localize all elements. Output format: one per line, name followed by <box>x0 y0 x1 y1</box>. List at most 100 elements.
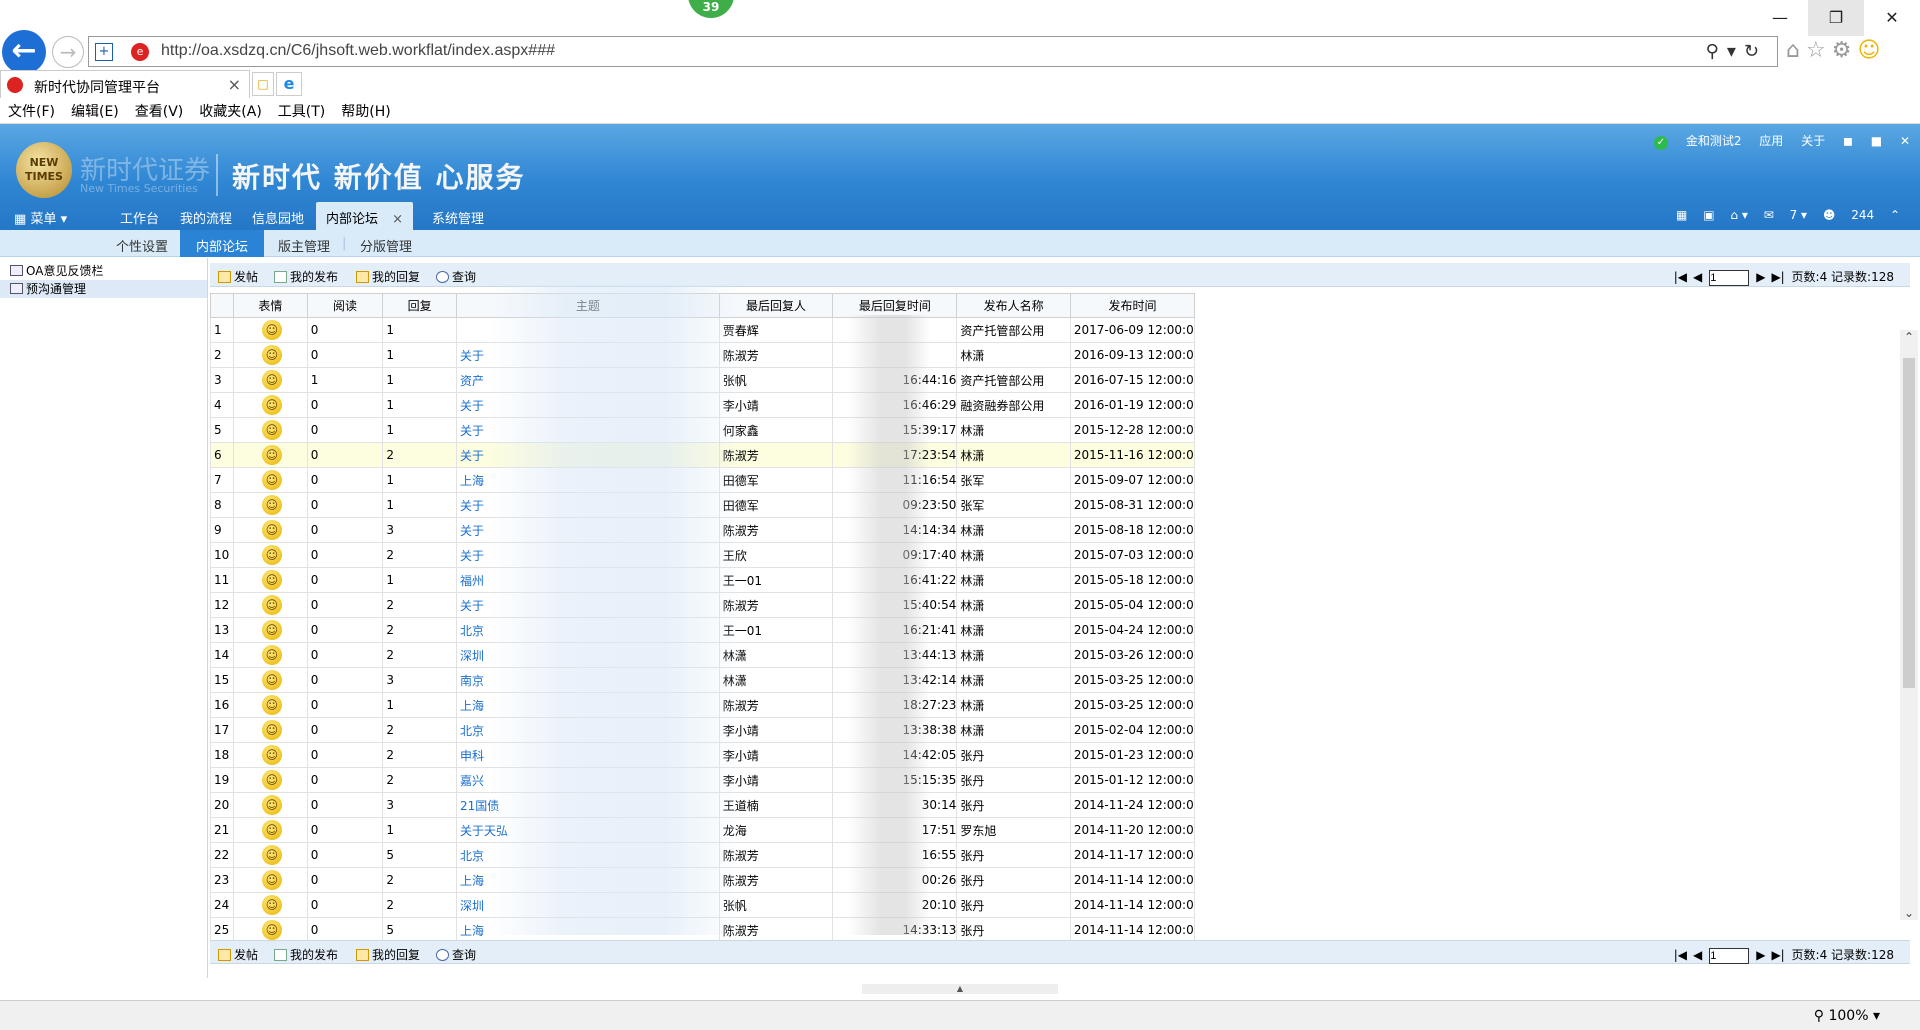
table-row[interactable]: 1 ☺ 0 1 贾春辉 资产托管部公用 2017-06-09 12:00:00 <box>209 317 1196 343</box>
search-button[interactable]: 查询 <box>436 946 476 963</box>
cell-subject[interactable]: 关于天弘 <box>455 817 720 843</box>
cell-subject[interactable]: 21国债 <box>455 792 720 818</box>
cell-subject[interactable]: 关于 <box>455 592 720 618</box>
col-reply[interactable]: 回复 <box>382 293 457 318</box>
cell-subject[interactable]: 关于 <box>455 542 720 568</box>
table-row[interactable]: 14 ☺ 0 2 深圳 林潇 13:44:13 林潇 2015-03-26 12:00:00 <box>209 642 1196 668</box>
menu-button[interactable]: ▦ 菜单 ▾ <box>14 208 67 227</box>
table-row[interactable]: 9 ☺ 0 3 关于 陈淑芳 14:14:34 林潇 2015-08-18 12:00:00 <box>209 517 1196 543</box>
refresh-icon[interactable]: ↻ <box>1744 41 1767 62</box>
home-icon[interactable]: ⌂ <box>1786 38 1806 63</box>
dropdown-icon[interactable]: ▾ <box>1727 41 1744 62</box>
table-row[interactable]: 23 ☺ 0 2 上海 陈淑芳 00:26 张丹 2014-11-14 12:00:00 <box>209 867 1196 893</box>
table-row[interactable]: 25 ☺ 0 5 上海 陈淑芳 14:33:13 张丹 2014-11-14 12:00:00 <box>209 917 1196 943</box>
page-input[interactable] <box>1709 269 1750 286</box>
message-count[interactable]: ✉ 7 ▾ <box>1764 208 1807 222</box>
close-window-button[interactable]: ✕ <box>1864 0 1920 36</box>
cell-subject[interactable]: 关于 <box>455 392 720 418</box>
shirt-icon[interactable]: ◼ <box>1843 134 1853 148</box>
cell-subject[interactable]: 关于 <box>455 492 720 518</box>
nav-forum[interactable]: 内部论坛 × <box>316 202 414 230</box>
table-row[interactable]: 11 ☺ 0 1 福州 王一01 16:41:22 林潇 2015-05-18 12:00:00 <box>209 567 1196 593</box>
next-page-icon[interactable]: ▶ <box>1756 270 1765 284</box>
cell-subject[interactable]: 北京 <box>455 717 720 743</box>
last-page-icon[interactable]: ▶| <box>1771 270 1784 284</box>
my-posts-button[interactable]: 我的发布 <box>274 268 338 285</box>
tree-item-precommunication[interactable]: 预沟通管理 <box>0 280 207 298</box>
cell-subject[interactable]: 北京 <box>455 842 720 868</box>
subnav-moderator[interactable]: 版主管理 <box>278 236 330 255</box>
table-row[interactable]: 7 ☺ 0 1 上海 田德军 11:16:54 张军 2015-09-07 12:00:00 <box>209 467 1196 493</box>
lock-icon[interactable]: ■ <box>1871 134 1882 148</box>
monitor-icon[interactable]: ▣ <box>1703 208 1714 222</box>
forward-button[interactable]: → <box>52 36 84 68</box>
subnav-personal[interactable]: 个性设置 <box>116 236 168 255</box>
table-row[interactable]: 18 ☺ 0 2 申科 李小靖 14:42:05 张丹 2015-01-23 12:00:00 <box>209 742 1196 768</box>
cell-subject[interactable]: 上海 <box>455 867 720 893</box>
close-tab-icon[interactable]: × <box>392 212 403 227</box>
table-row[interactable]: 20 ☺ 0 3 21国债 王道楠 30:14 张丹 2014-11-24 12:00:00 <box>209 792 1196 818</box>
about-menu[interactable]: 关于 <box>1801 134 1825 148</box>
table-row[interactable]: 4 ☺ 0 1 关于 李小靖 16:46:29 融资融券部公用 2016-01-19 12:00… <box>209 392 1196 418</box>
col-read[interactable]: 阅读 <box>306 293 384 318</box>
last-page-icon[interactable]: ▶| <box>1771 948 1784 962</box>
table-row[interactable]: 19 ☺ 0 2 嘉兴 李小靖 15:15:35 张丹 2015-01-12 12:00:00 <box>209 767 1196 793</box>
prev-page-icon[interactable]: ◀ <box>1693 948 1702 962</box>
col-subject[interactable]: 主题 <box>455 293 720 318</box>
first-page-icon[interactable]: |◀ <box>1674 270 1687 284</box>
my-posts-button[interactable]: 我的发布 <box>274 946 338 963</box>
col-post-time[interactable]: 发布时间 <box>1069 293 1196 318</box>
collapse-icon[interactable]: ⌃ <box>1890 208 1900 222</box>
close-icon[interactable]: ✕ <box>1900 134 1910 148</box>
table-row[interactable]: 16 ☺ 0 1 上海 陈淑芳 18:27:23 林潇 2015-03-25 12:00:00 <box>209 692 1196 718</box>
cell-subject[interactable]: 深圳 <box>455 892 720 918</box>
feedback-smiley-icon[interactable]: ☺ <box>1857 38 1886 63</box>
cell-subject[interactable]: 关于 <box>455 517 720 543</box>
cell-subject[interactable]: 上海 <box>455 917 720 943</box>
gear-icon[interactable]: ⚙ <box>1832 38 1858 63</box>
next-page-icon[interactable]: ▶ <box>1756 948 1765 962</box>
table-row[interactable]: 24 ☺ 0 2 深圳 张帆 20:10 张丹 2014-11-14 12:00:00 <box>209 892 1196 918</box>
site-info-icon[interactable]: + <box>95 43 113 61</box>
cell-subject[interactable]: 申科 <box>455 742 720 768</box>
tab-title[interactable]: 新时代协同管理平台 <box>34 77 160 97</box>
menu-file[interactable]: 文件(F) <box>0 100 63 124</box>
browser-tab[interactable]: 新时代协同管理平台 × <box>0 70 250 98</box>
post-button[interactable]: 发帖 <box>218 268 258 285</box>
calendar-icon[interactable]: ▦ <box>1676 208 1687 222</box>
subnav-forum[interactable]: 内部论坛 <box>180 230 265 257</box>
new-tab-button[interactable]: □ <box>252 72 274 96</box>
cell-subject[interactable]: 关于 <box>455 417 720 443</box>
cell-subject[interactable] <box>455 317 720 343</box>
panel-expand-handle[interactable]: ▲ <box>862 984 1058 994</box>
cell-subject[interactable]: 北京 <box>455 617 720 643</box>
favorites-icon[interactable]: ☆ <box>1806 38 1832 63</box>
table-row[interactable]: 2 ☺ 0 1 关于 陈淑芳 林潇 2016-09-13 12:00:00 <box>209 342 1196 368</box>
table-row[interactable]: 5 ☺ 0 1 关于 何家鑫 15:39:17 林潇 2015-12-28 12:00:00 <box>209 417 1196 443</box>
cell-subject[interactable]: 资产 <box>455 367 720 393</box>
zoom-level[interactable]: ⚲ 100% ▾ <box>1814 1008 1880 1024</box>
menu-edit[interactable]: 编辑(E) <box>63 100 127 124</box>
col-last-reply-time[interactable]: 最后回复时间 <box>832 293 958 318</box>
col-author[interactable]: 发布人名称 <box>956 293 1071 318</box>
table-row[interactable]: 10 ☺ 0 2 关于 王欣 09:17:40 林潇 2015-07-03 12:00:00 <box>209 542 1196 568</box>
scroll-down-icon[interactable]: ⌄ <box>1900 906 1918 920</box>
cell-subject[interactable]: 关于 <box>455 442 720 468</box>
page-input[interactable] <box>1709 947 1750 964</box>
menu-tools[interactable]: 工具(T) <box>270 100 333 124</box>
tab-close-icon[interactable]: × <box>228 75 241 94</box>
cell-subject[interactable]: 关于 <box>455 342 720 368</box>
prev-page-icon[interactable]: ◀ <box>1693 270 1702 284</box>
back-button[interactable]: ← <box>2 30 46 74</box>
address-tools[interactable]: ⚲▾↻ <box>1706 41 1767 62</box>
restore-button[interactable]: ❐ <box>1808 0 1864 36</box>
cell-subject[interactable]: 嘉兴 <box>455 767 720 793</box>
col-emotion[interactable]: 表情 <box>233 293 308 318</box>
table-row[interactable]: 3 ☺ 1 1 资产 张帆 16:44:16 资产托管部公用 2016-07-15 12:00:… <box>209 367 1196 393</box>
my-replies-button[interactable]: 我的回复 <box>356 268 420 285</box>
scroll-up-icon[interactable]: ⌃ <box>1900 330 1918 344</box>
address-bar[interactable]: + e http://oa.xsdzq.cn/C6/jhsoft.web.wor… <box>88 36 1778 67</box>
menu-favorites[interactable]: 收藏夹(A) <box>191 100 270 124</box>
table-row[interactable]: 12 ☺ 0 2 关于 陈淑芳 15:40:54 林潇 2015-05-04 12:00:00 <box>209 592 1196 618</box>
cell-subject[interactable]: 福州 <box>455 567 720 593</box>
